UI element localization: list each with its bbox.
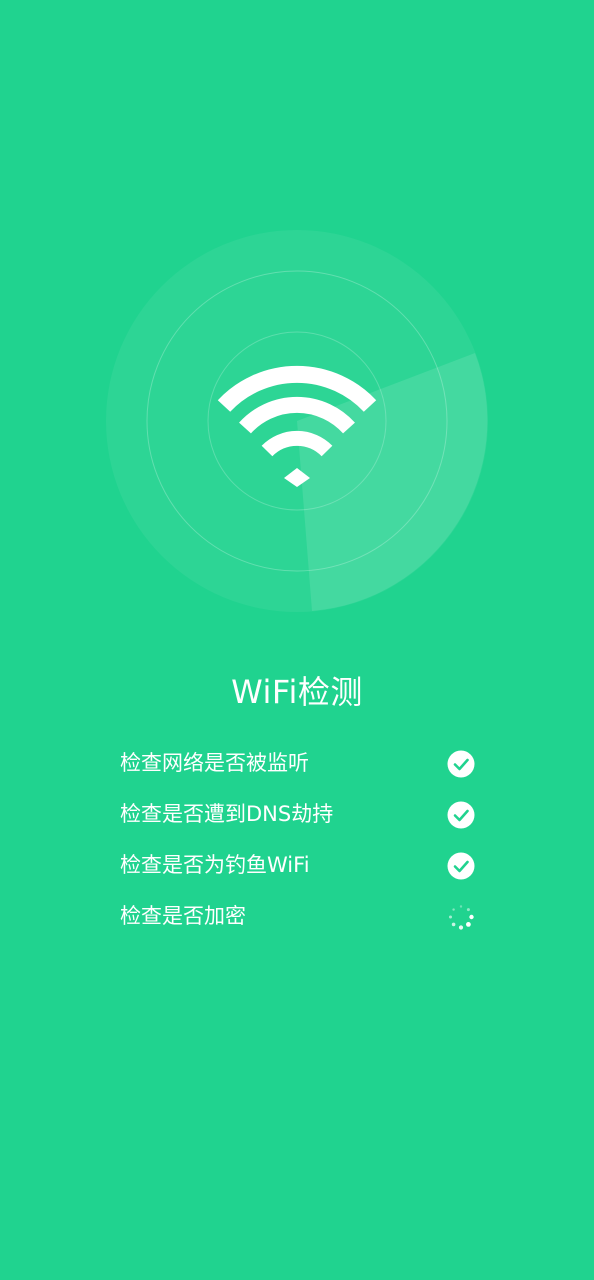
loading-spinner-icon (446, 902, 476, 932)
check-circle-icon (446, 800, 476, 830)
check-circle-icon (446, 851, 476, 881)
check-label: 检查网络是否被监听 (120, 751, 309, 775)
radar-scanner (106, 230, 488, 612)
check-label: 检查是否遭到DNS劫持 (120, 802, 334, 826)
check-item-encryption: 检查是否加密 (120, 891, 476, 942)
check-item-listening: 检查网络是否被监听 (120, 738, 476, 789)
check-item-phishing-wifi: 检查是否为钓鱼WiFi (120, 840, 476, 891)
page-title: WiFi检测 (231, 673, 363, 711)
check-item-dns-hijack: 检查是否遭到DNS劫持 (120, 789, 476, 840)
check-label: 检查是否为钓鱼WiFi (120, 853, 310, 877)
check-list: 检查网络是否被监听 检查是否遭到DNS劫持 检查是否为钓鱼WiFi 检查是否加密 (120, 738, 476, 942)
radar-graphic (106, 230, 488, 612)
check-label: 检查是否加密 (120, 904, 246, 928)
wifi-check-screen: WiFi检测 检查网络是否被监听 检查是否遭到DNS劫持 检查是否为钓鱼WiFi (0, 0, 594, 1280)
check-circle-icon (446, 749, 476, 779)
